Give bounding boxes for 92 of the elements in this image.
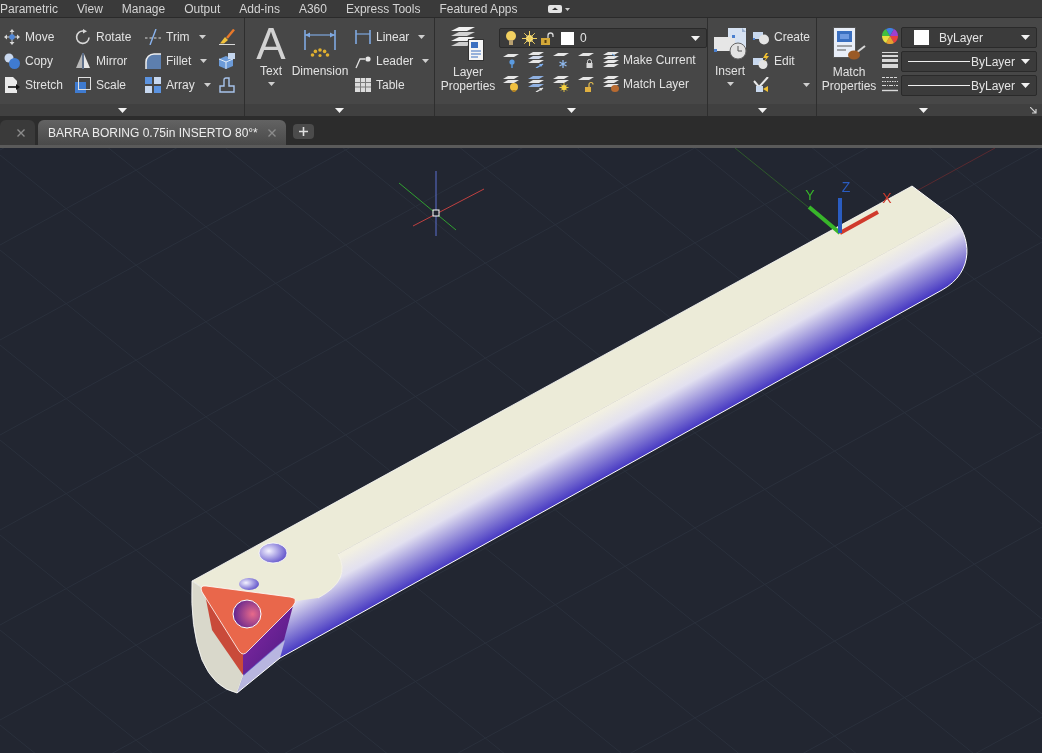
layers-arrow-icon[interactable] bbox=[528, 76, 544, 92]
tool-button[interactable]: Linear bbox=[353, 25, 425, 49]
layers-sun-icon[interactable] bbox=[553, 76, 569, 92]
tool-button[interactable]: Move bbox=[2, 25, 73, 49]
tool-button[interactable]: Match Properties bbox=[818, 18, 880, 104]
layer-pin-icon[interactable] bbox=[503, 52, 519, 68]
color-swatch-icon bbox=[561, 31, 574, 45]
layer-padlock-icon[interactable] bbox=[578, 76, 594, 92]
caret-icon[interactable] bbox=[919, 107, 928, 113]
caret-icon[interactable] bbox=[566, 107, 576, 113]
caret-icon bbox=[691, 35, 700, 41]
square-frame-icon bbox=[75, 77, 91, 93]
property-dropdown[interactable]: ByLayer bbox=[901, 75, 1037, 96]
padlock-icon bbox=[541, 31, 554, 45]
color-wheel-icon[interactable] bbox=[882, 28, 898, 44]
tool-button[interactable]: A Text bbox=[253, 18, 289, 104]
tool-button[interactable]: Stretch bbox=[2, 73, 73, 97]
tool-button[interactable]: Table bbox=[353, 73, 425, 97]
table-icon bbox=[355, 77, 371, 93]
ribbon-tab[interactable]: Output bbox=[184, 1, 221, 16]
line-sample-icon bbox=[908, 61, 970, 62]
layer-lock-icon[interactable] bbox=[578, 52, 594, 68]
caret-icon[interactable] bbox=[117, 107, 127, 113]
dashed-lines-icon[interactable] bbox=[882, 76, 898, 92]
tool-button[interactable]: Leader bbox=[353, 49, 425, 73]
four-way-arrows-icon bbox=[4, 29, 20, 45]
layer-snowflake-icon[interactable] bbox=[553, 52, 569, 68]
tool-button[interactable]: Scale bbox=[73, 73, 143, 97]
block-shapes-icon bbox=[753, 29, 769, 45]
tool-button[interactable]: Create bbox=[751, 25, 813, 49]
new-tab-button[interactable] bbox=[292, 124, 314, 139]
tool-button[interactable]: Match Layer bbox=[603, 73, 690, 95]
document-brush-icon bbox=[832, 27, 866, 61]
blocks-icon[interactable] bbox=[219, 53, 235, 69]
tool-button[interactable]: Mirror bbox=[73, 49, 143, 73]
line-weights-icon[interactable] bbox=[882, 52, 898, 68]
tool-button[interactable]: Make Current bbox=[603, 49, 696, 71]
circular-arrow-icon bbox=[75, 29, 91, 45]
layers-brush-icon bbox=[603, 76, 619, 92]
layers-bulb-icon[interactable] bbox=[503, 76, 519, 92]
caret-icon[interactable] bbox=[757, 107, 767, 113]
document-tab[interactable]: BARRA BORING 0.75in INSERTO 80°* bbox=[38, 120, 286, 145]
panel-toggle-icon[interactable] bbox=[548, 4, 571, 13]
sun-icon bbox=[522, 30, 537, 46]
line-sample-icon bbox=[908, 85, 970, 86]
caret-icon bbox=[1021, 35, 1030, 40]
paintbrush-icon[interactable] bbox=[219, 29, 235, 45]
overlapping-circles-icon bbox=[4, 53, 20, 69]
plus-icon bbox=[298, 127, 308, 136]
axis-label: Z bbox=[841, 179, 851, 195]
property-dropdown[interactable]: ByLayer bbox=[901, 51, 1037, 72]
tool-button[interactable]: Dimension bbox=[289, 18, 351, 104]
dimension-line-icon bbox=[304, 30, 336, 58]
ribbon-tab[interactable]: Parametric bbox=[0, 1, 58, 16]
dimension-bar-icon bbox=[355, 29, 371, 45]
ribbon-tab[interactable]: Express Tools bbox=[345, 1, 421, 16]
close-icon[interactable] bbox=[17, 128, 25, 137]
block-lightning-icon bbox=[753, 53, 769, 69]
tool-button[interactable]: Trim bbox=[143, 25, 207, 49]
property-dropdown[interactable]: ByLayer bbox=[901, 27, 1037, 48]
layers-arrow-icon[interactable] bbox=[528, 52, 544, 68]
corner-arrow-icon[interactable] bbox=[1030, 106, 1037, 114]
tool-button[interactable]: Layer Properties bbox=[437, 18, 499, 104]
tool-button[interactable]: Rotate bbox=[73, 25, 143, 49]
tool-button[interactable]: Array bbox=[143, 73, 207, 97]
tool-button[interactable]: Insert bbox=[711, 18, 749, 104]
ribbon-tab[interactable]: View bbox=[77, 1, 103, 16]
tool-button[interactable]: Edit bbox=[751, 49, 813, 73]
ribbon-tab[interactable]: Add-ins bbox=[239, 1, 280, 16]
layers-check-icon bbox=[603, 52, 619, 68]
ribbon-tab[interactable]: A360 bbox=[298, 1, 327, 16]
stacked-layers-icon bbox=[451, 27, 485, 61]
mirrored-triangles-icon bbox=[75, 53, 91, 69]
dashed-line-icon bbox=[145, 29, 161, 45]
tool-button[interactable]: Fillet bbox=[143, 49, 207, 73]
ribbon-tab[interactable]: Manage bbox=[121, 1, 166, 16]
square-grid-icon bbox=[145, 77, 161, 93]
page-arrow-icon bbox=[4, 77, 20, 93]
caret-icon[interactable] bbox=[335, 107, 344, 113]
axis-label: Y bbox=[805, 187, 815, 203]
lightbulb-icon bbox=[506, 31, 516, 45]
tool-button[interactable]: Copy bbox=[2, 49, 73, 73]
caret-icon bbox=[1021, 83, 1030, 88]
leader-line-icon bbox=[355, 53, 371, 69]
caret-icon bbox=[1021, 59, 1030, 64]
ribbon-tab[interactable]: Featured Apps bbox=[439, 1, 518, 16]
color-swatch-icon bbox=[914, 30, 929, 45]
check-shapes-icon bbox=[753, 77, 769, 93]
layer-dropdown[interactable]: 0 bbox=[499, 28, 707, 48]
rounded-corner-icon bbox=[145, 53, 161, 69]
shapes-document-icon bbox=[713, 28, 747, 60]
outline-shape-icon[interactable] bbox=[219, 77, 235, 93]
